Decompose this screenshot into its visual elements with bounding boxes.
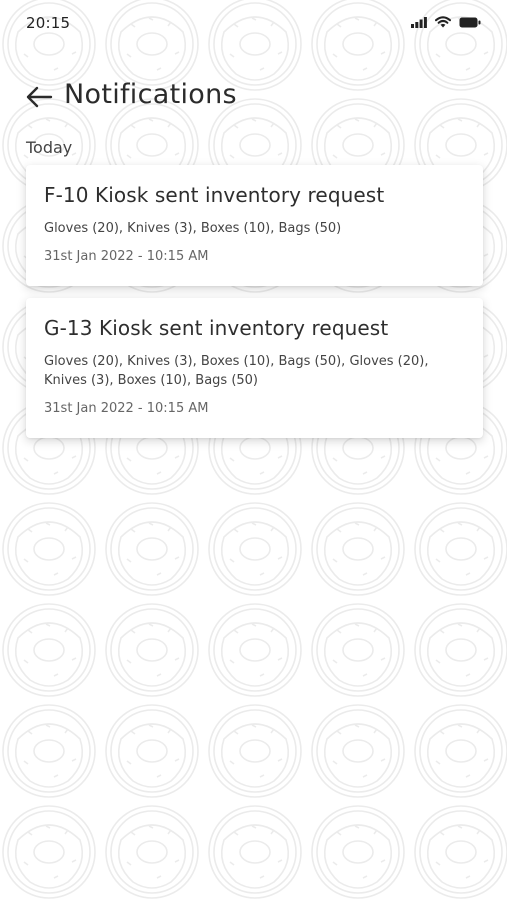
notification-date: 31st Jan 2022 - 10:15 AM: [44, 249, 209, 264]
wifi-icon: [435, 16, 451, 28]
notification-title: F-10 Kiosk sent inventory request: [44, 183, 385, 207]
header: Notifications: [0, 76, 507, 120]
donut-pattern-background: [0, 0, 507, 900]
back-button[interactable]: [24, 82, 54, 112]
page-title: Notifications: [64, 79, 237, 110]
notification-items: Gloves (20), Knives (3), Boxes (10), Bag…: [44, 221, 342, 236]
signal-icon: [411, 16, 427, 28]
notification-card[interactable]: F-10 Kiosk sent inventory request Gloves…: [26, 165, 483, 286]
notification-card[interactable]: G-13 Kiosk sent inventory request Gloves…: [26, 298, 483, 438]
status-time: 20:15: [26, 14, 71, 32]
status-icons: [411, 16, 481, 28]
notification-date: 31st Jan 2022 - 10:15 AM: [44, 401, 209, 416]
arrow-left-icon: [26, 86, 53, 108]
status-bar: 20:15: [0, 0, 507, 46]
battery-icon: [459, 17, 481, 27]
notification-title: G-13 Kiosk sent inventory request: [44, 316, 389, 340]
notification-items: Gloves (20), Knives (3), Boxes (10), Bag…: [44, 354, 429, 388]
section-label-today: Today: [26, 138, 73, 157]
